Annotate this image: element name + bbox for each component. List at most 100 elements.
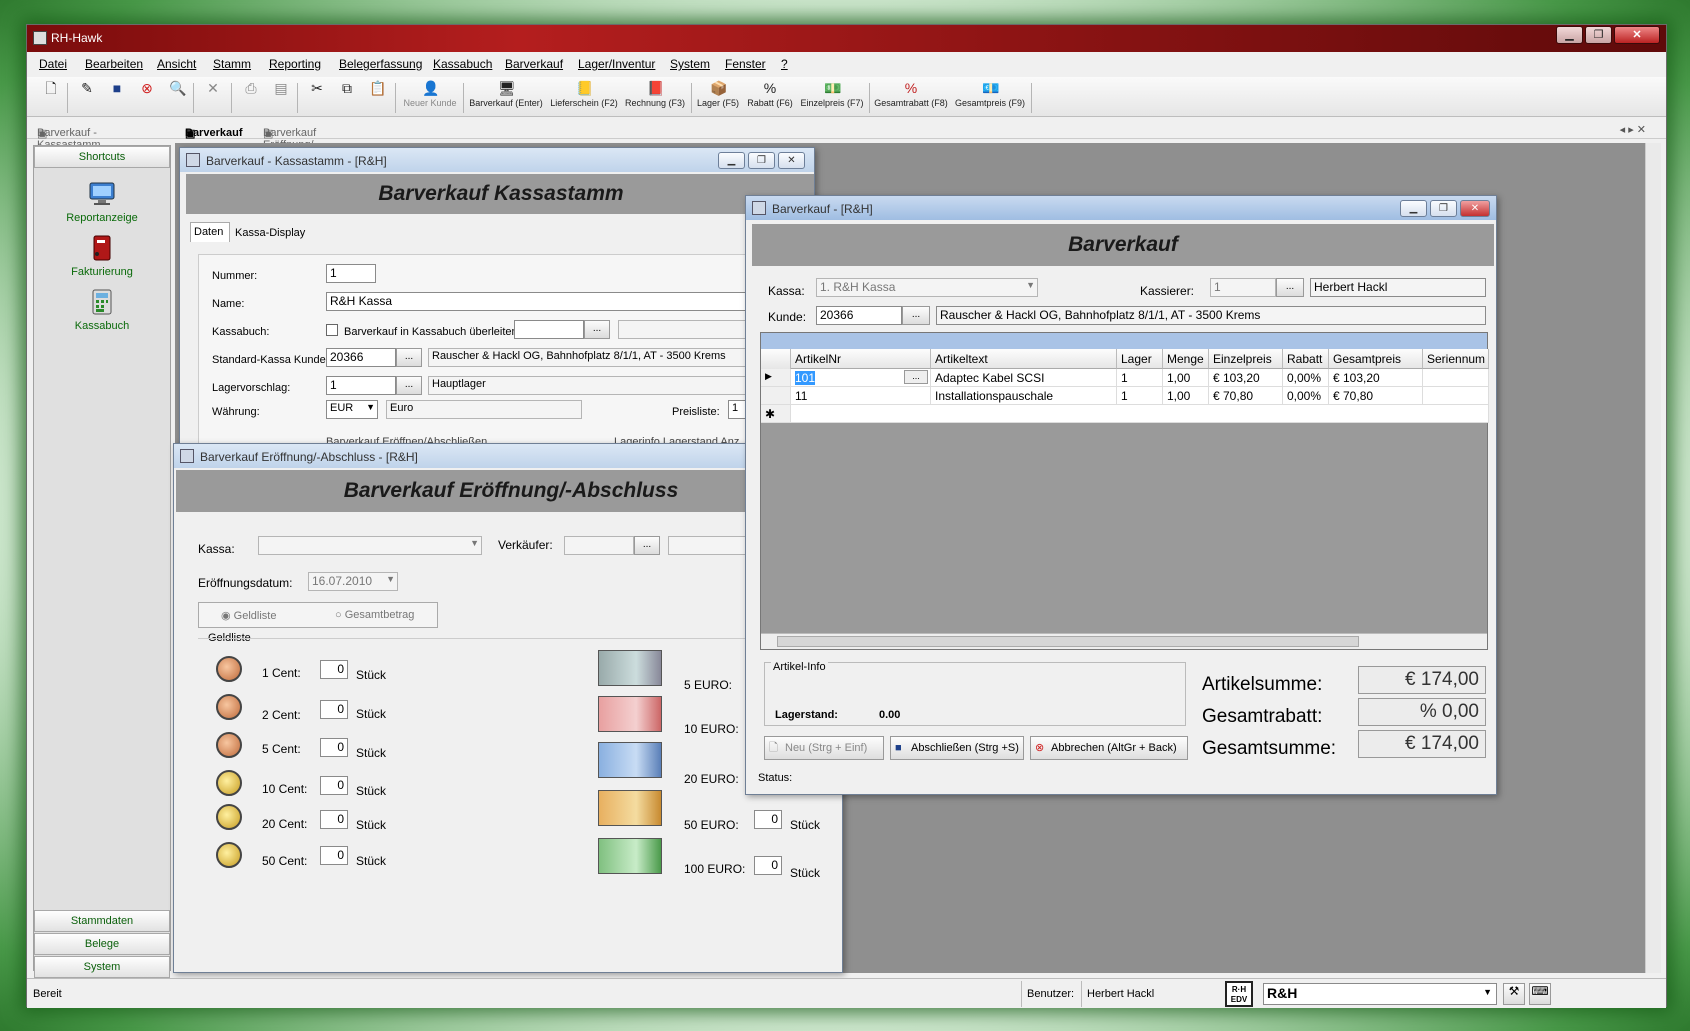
paste-button[interactable]: 📋 bbox=[367, 80, 387, 114]
qty-20cent[interactable]: 0 bbox=[320, 810, 348, 829]
grid-hscrollbar[interactable] bbox=[761, 633, 1487, 649]
col-gesamtpreis[interactable]: Gesamtpreis bbox=[1329, 349, 1423, 369]
table-row[interactable]: 11 bbox=[791, 387, 931, 405]
qty-1cent[interactable]: 0 bbox=[320, 660, 348, 679]
delete-button[interactable]: ✕ bbox=[203, 80, 223, 114]
qty-50cent[interactable]: 0 bbox=[320, 846, 348, 865]
preview-button[interactable]: ▤ bbox=[271, 80, 291, 114]
kassabuch-field[interactable] bbox=[514, 320, 584, 339]
radio-geldliste[interactable]: ◉ Geldliste bbox=[221, 609, 276, 622]
copy-button[interactable]: ⧉ bbox=[337, 80, 357, 114]
kassa-select[interactable]: 1. R&H Kassa ▼ bbox=[816, 278, 1038, 297]
shortcuts-header[interactable]: Shortcuts bbox=[34, 146, 170, 168]
print-button[interactable]: ⎙ bbox=[241, 80, 261, 114]
menu-lager-inventur[interactable]: Lager/Inventur bbox=[578, 57, 655, 71]
name-field[interactable]: R&H Kassa bbox=[326, 292, 814, 311]
col-rabatt[interactable]: Rabatt bbox=[1283, 349, 1329, 369]
standard-kunde-field[interactable]: 20366 bbox=[326, 348, 396, 367]
einzelpreis-button[interactable]: 💵 Einzelpreis (F7) bbox=[799, 80, 865, 114]
gesamtrabatt-button[interactable]: % Gesamtrabatt (F8) bbox=[873, 80, 949, 114]
cut-button[interactable]: ✂ bbox=[307, 80, 327, 114]
lager-lookup-button[interactable]: ... bbox=[396, 376, 422, 395]
cancel-button[interactable]: ⊗ bbox=[137, 80, 157, 114]
col-einzelpreis[interactable]: Einzelpreis bbox=[1209, 349, 1283, 369]
qty-50euro[interactable]: 0 bbox=[754, 810, 782, 829]
edit-button[interactable]: ✎ bbox=[77, 80, 97, 114]
abbrechen-button[interactable]: ⊗ Abbrechen (AltGr + Back) bbox=[1030, 736, 1188, 760]
menu-stamm[interactable]: Stamm bbox=[213, 57, 251, 71]
kassabuch-checkbox[interactable] bbox=[326, 324, 338, 336]
menu-belegerfassung[interactable]: Belegerfassung bbox=[339, 57, 422, 71]
lager-button[interactable]: 📦 Lager (F5) bbox=[695, 80, 741, 114]
tools-button[interactable]: ⚒ bbox=[1503, 983, 1525, 1005]
col-artikelnr[interactable]: ArtikelNr bbox=[791, 349, 931, 369]
kassierer-lookup-button[interactable]: ... bbox=[1276, 278, 1304, 297]
kunde-lookup-button[interactable]: ... bbox=[902, 306, 930, 325]
rechnung-button[interactable]: 📕 Rechnung (F3) bbox=[623, 80, 687, 114]
menu-system[interactable]: System bbox=[670, 57, 710, 71]
kassabuch-lookup-button[interactable]: ... bbox=[584, 320, 610, 339]
kassastamm-maximize-button[interactable]: ❐ bbox=[748, 152, 775, 169]
barverkauf-minimize-button[interactable]: ▁ bbox=[1400, 200, 1427, 217]
menu-datei[interactable]: Datei bbox=[39, 57, 67, 71]
minimize-button[interactable]: ▁ bbox=[1556, 26, 1583, 44]
tab-daten[interactable]: Daten bbox=[190, 222, 230, 242]
qty-10cent[interactable]: 0 bbox=[320, 776, 348, 795]
search-button[interactable]: 🔍 bbox=[167, 80, 187, 114]
menu-barverkauf[interactable]: Barverkauf bbox=[505, 57, 563, 71]
lagervorschlag-field[interactable]: 1 bbox=[326, 376, 396, 395]
kunde-lookup-button[interactable]: ... bbox=[396, 348, 422, 367]
new-document-button[interactable]: 🗋 bbox=[41, 80, 61, 114]
abschliessen-button[interactable]: ■ Abschließen (Strg +S) bbox=[890, 736, 1024, 760]
kassierer-field[interactable]: 1 bbox=[1210, 278, 1276, 297]
kassastamm-minimize-button[interactable]: ▁ bbox=[718, 152, 745, 169]
eroeffnung-kassa-select[interactable]: ▼ bbox=[258, 536, 482, 555]
sidebar-item-fakturierung[interactable]: Fakturierung bbox=[34, 234, 170, 278]
article-grid[interactable]: ArtikelNr Artikeltext Lager Menge Einzel… bbox=[760, 332, 1489, 650]
barverkauf-maximize-button[interactable]: ❐ bbox=[1430, 200, 1457, 217]
tab-kassa-display[interactable]: Kassa-Display bbox=[232, 224, 308, 242]
menu-help[interactable]: ? bbox=[781, 57, 788, 71]
barverkauf-button[interactable]: 🖥 Barverkauf (Enter) bbox=[467, 80, 545, 114]
radio-gesamtbetrag[interactable]: ○ Gesamtbetrag bbox=[335, 609, 414, 621]
nummer-field[interactable]: 1 bbox=[326, 264, 376, 283]
maximize-button[interactable]: ❐ bbox=[1585, 26, 1612, 44]
menu-bearbeiten[interactable]: Bearbeiten bbox=[85, 57, 143, 71]
sidebar-item-reportanzeige[interactable]: Reportanzeige bbox=[34, 180, 170, 224]
new-row[interactable] bbox=[791, 405, 1489, 423]
verkaeufer-field[interactable] bbox=[564, 536, 634, 555]
qty-2cent[interactable]: 0 bbox=[320, 700, 348, 719]
tab-scroll-arrows[interactable]: ◂ ▸ ✕ bbox=[1620, 123, 1646, 136]
qty-5cent[interactable]: 0 bbox=[320, 738, 348, 757]
col-lager[interactable]: Lager bbox=[1117, 349, 1163, 369]
kassastamm-close-button[interactable]: ✕ bbox=[778, 152, 805, 169]
company-select[interactable]: R&H ▼ bbox=[1263, 983, 1497, 1005]
sidebar-section-system[interactable]: System bbox=[34, 956, 170, 978]
eroeffnungsdatum-field[interactable]: 16.07.2010 ▼ bbox=[308, 572, 398, 591]
verkaeufer-lookup-button[interactable]: ... bbox=[634, 536, 660, 555]
sidebar-item-kassabuch[interactable]: Kassabuch bbox=[34, 288, 170, 332]
menu-ansicht[interactable]: Ansicht bbox=[157, 57, 196, 71]
col-seriennum[interactable]: Seriennum bbox=[1423, 349, 1489, 369]
table-row[interactable]: 101... bbox=[791, 369, 931, 387]
neu-button[interactable]: 🗋 Neu (Strg + Einf) bbox=[764, 736, 884, 760]
qty-100euro[interactable]: 0 bbox=[754, 856, 782, 875]
close-button[interactable]: ✕ bbox=[1614, 26, 1660, 44]
menu-reporting[interactable]: Reporting bbox=[269, 57, 321, 71]
kunde-field[interactable]: 20366 bbox=[816, 306, 902, 325]
lieferschein-button[interactable]: 📒 Lieferschein (F2) bbox=[549, 80, 619, 114]
rabatt-button[interactable]: % Rabatt (F6) bbox=[745, 80, 795, 114]
workspace-scrollbar[interactable] bbox=[1645, 143, 1661, 973]
neuer-kunde-button[interactable]: 👤 Neuer Kunde bbox=[401, 80, 459, 114]
barverkauf-close-button[interactable]: ✕ bbox=[1460, 200, 1490, 217]
menu-fenster[interactable]: Fenster bbox=[725, 57, 766, 71]
artikel-lookup-button[interactable]: ... bbox=[904, 370, 928, 384]
col-artikeltext[interactable]: Artikeltext bbox=[931, 349, 1117, 369]
col-menge[interactable]: Menge bbox=[1163, 349, 1209, 369]
keyboard-button[interactable]: ⌨ bbox=[1529, 983, 1551, 1005]
menu-kassabuch[interactable]: Kassabuch bbox=[433, 57, 492, 71]
waehrung-select[interactable]: EUR ▼ bbox=[326, 400, 378, 419]
sidebar-section-belege[interactable]: Belege bbox=[34, 933, 170, 955]
sidebar-section-stammdaten[interactable]: Stammdaten bbox=[34, 910, 170, 932]
gesamtpreis-button[interactable]: 💶 Gesamtpreis (F9) bbox=[953, 80, 1027, 114]
